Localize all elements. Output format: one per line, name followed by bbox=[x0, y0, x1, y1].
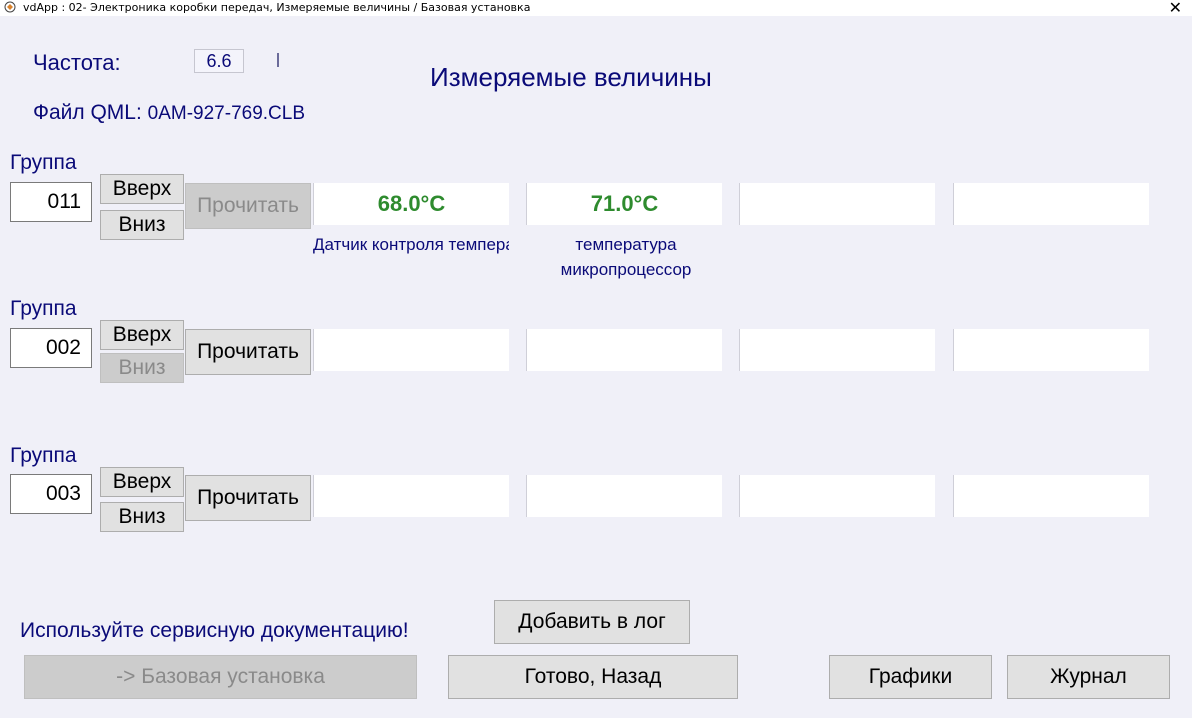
qml-file-label: Файл QML: bbox=[33, 101, 148, 124]
page-title: Измеряемые величины bbox=[430, 62, 712, 92]
group-2-field-4 bbox=[953, 329, 1149, 371]
group-1-field-1-description: Датчик контроля температуры bbox=[313, 235, 509, 254]
group-3-read-button[interactable]: Прочитать bbox=[185, 475, 311, 521]
group-1-field-2: 71.0°C bbox=[526, 183, 722, 225]
add-to-log-button[interactable]: Добавить в лог bbox=[494, 600, 690, 644]
group-1-field-3 bbox=[739, 183, 935, 225]
group-2-read-button[interactable]: Прочитать bbox=[185, 329, 311, 375]
group-3-label: Группа bbox=[10, 444, 77, 467]
group-1-read-button[interactable]: Прочитать bbox=[185, 183, 311, 229]
group-1-field-4 bbox=[953, 183, 1149, 225]
group-1-down-button[interactable]: Вниз bbox=[100, 210, 184, 240]
close-icon[interactable]: ✕ bbox=[1169, 0, 1182, 17]
done-back-button[interactable]: Готово, Назад bbox=[448, 655, 738, 699]
title-bar: vdApp : 02- Электроника коробки передач,… bbox=[0, 0, 1192, 17]
qml-file-line: Файл QML: 0AM-927-769.CLB bbox=[33, 101, 305, 125]
frequency-value: 6.6 bbox=[194, 49, 244, 73]
basic-setting-button[interactable]: -> Базовая установка bbox=[24, 655, 417, 699]
group-2-number-input[interactable]: 002 bbox=[10, 328, 92, 368]
journal-button[interactable]: Журнал bbox=[1007, 655, 1170, 699]
group-2-field-2 bbox=[526, 329, 722, 371]
group-3-field-2 bbox=[526, 475, 722, 517]
group-1-number-input[interactable]: 011 bbox=[10, 182, 92, 222]
group-2-label: Группа bbox=[10, 297, 77, 320]
window-title: vdApp : 02- Электроника коробки передач,… bbox=[23, 1, 531, 14]
group-1-up-button[interactable]: Вверх bbox=[100, 174, 184, 204]
group-1-label: Группа bbox=[10, 151, 77, 174]
group-3-down-button[interactable]: Вниз bbox=[100, 502, 184, 532]
group-3-up-button[interactable]: Вверх bbox=[100, 467, 184, 497]
frequency-label: Частота: bbox=[33, 50, 121, 75]
group-1-field-2-description: температура микропроцессор bbox=[560, 235, 692, 279]
graphs-button[interactable]: Графики bbox=[829, 655, 992, 699]
group-2-up-button[interactable]: Вверх bbox=[100, 320, 184, 350]
group-3-field-1 bbox=[313, 475, 509, 517]
service-docs-note: Используйте сервисную документацию! bbox=[20, 619, 409, 642]
group-2-field-1 bbox=[313, 329, 509, 371]
group-3-number-input[interactable]: 003 bbox=[10, 474, 92, 514]
qml-file-name: 0AM-927-769.CLB bbox=[147, 103, 306, 124]
group-1-field-1: 68.0°C bbox=[313, 183, 509, 225]
app-icon bbox=[4, 1, 16, 13]
group-3-field-4 bbox=[953, 475, 1149, 517]
frequency-indicator bbox=[277, 53, 279, 67]
group-2-field-3 bbox=[739, 329, 935, 371]
group-2-down-button[interactable]: Вниз bbox=[100, 353, 184, 383]
group-3-field-3 bbox=[739, 475, 935, 517]
